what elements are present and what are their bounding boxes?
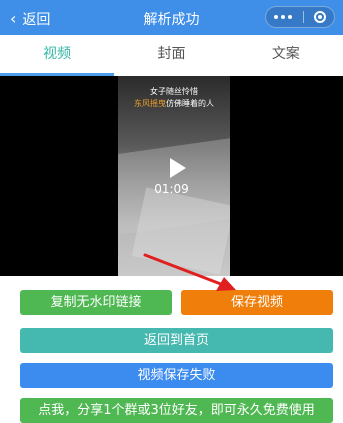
video-caption-line1: 女子随丝怜惜 [150, 87, 198, 96]
copy-no-watermark-link-button[interactable]: 复制无水印链接 [20, 290, 172, 315]
save-video-button[interactable]: 保存视频 [181, 290, 333, 315]
tab-video[interactable]: 视频 [0, 35, 115, 76]
video-duration: 01:09 [154, 182, 189, 196]
share-button[interactable]: 点我，分享1个群或3位好友，即可永久免费使用 [20, 398, 333, 423]
more-dots-icon[interactable] [274, 15, 292, 19]
save-status-button[interactable]: 视频保存失败 [20, 363, 333, 388]
tab-copywriting[interactable]: 文案 [229, 35, 343, 76]
capsule-divider [302, 11, 304, 23]
video-caption-line2: 东风摇曳仿佛睡着的人 [134, 99, 214, 108]
tab-cover[interactable]: 封面 [114, 35, 228, 76]
back-to-home-button[interactable]: 返回到首页 [20, 328, 333, 353]
tab-bar: 视频 封面 文案 [0, 35, 343, 76]
spacer [0, 276, 343, 290]
target-icon[interactable] [314, 11, 326, 23]
play-icon[interactable] [170, 158, 186, 178]
miniprogram-capsule [265, 6, 335, 28]
title-bar: ‹ 返回 解析成功 [0, 0, 343, 35]
